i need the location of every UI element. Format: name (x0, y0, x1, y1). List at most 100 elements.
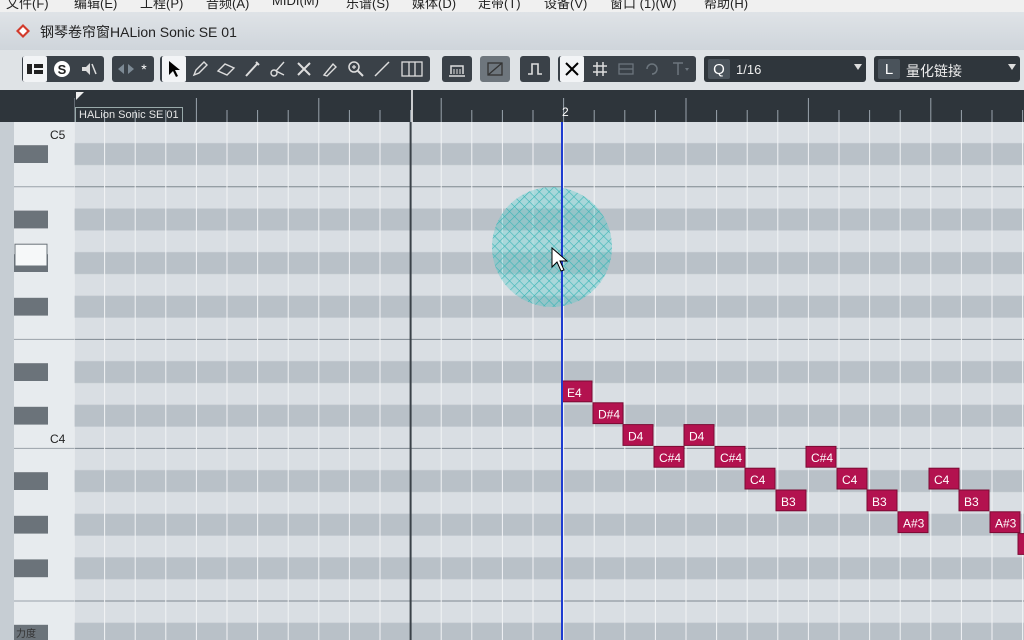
note-grid[interactable]: E4 D#4 D4 D4 C#4 C#4 C#4 C4 C4 C4 B3 B3 B3 A#3 A#3 (74, 122, 1024, 640)
menu-devices[interactable]: 设备(V) (544, 0, 587, 12)
menu-window[interactable]: 窗口 (1)(W) (610, 0, 676, 12)
black-key (14, 210, 48, 229)
quantize-value: 1/16 (736, 62, 762, 77)
midi-note-block-partial (1017, 533, 1024, 555)
midi-note[interactable]: D4 (622, 424, 654, 446)
ruler-ticks (74, 90, 1024, 122)
menu-file[interactable]: 文件(F) (6, 0, 49, 12)
midi-note-label: D4 (689, 429, 705, 443)
black-key (14, 406, 48, 425)
tools-group (160, 56, 430, 82)
acoustic-feedback-icon[interactable] (76, 56, 100, 82)
step-input-group (520, 56, 550, 82)
pitch-lane (74, 622, 1024, 640)
midi-note[interactable]: A#3 (989, 511, 1021, 534)
length-quantize-selector[interactable]: L 量化链接 (874, 56, 1020, 82)
midi-note[interactable]: D4 (683, 424, 715, 446)
erase-tool-icon[interactable] (214, 56, 238, 82)
midi-note-label: C#4 (720, 451, 742, 465)
menu-midi[interactable]: MIDI(M) (272, 0, 319, 8)
glue-tool-icon[interactable] (318, 56, 342, 82)
grid-snap-icon[interactable] (588, 56, 612, 82)
cubase-logo-icon (16, 24, 30, 38)
ruler-corner (0, 90, 74, 122)
midi-note[interactable]: A#3 (897, 511, 929, 534)
autoscroll-options-icon[interactable]: * (136, 56, 152, 82)
menu-help[interactable]: 帮助(H) (704, 0, 748, 12)
pitch-lane (74, 535, 1024, 558)
inspector-toggle-icon[interactable] (23, 56, 47, 82)
midi-note[interactable]: B3 (775, 489, 807, 512)
black-key (14, 515, 48, 534)
line-tool-icon[interactable] (370, 56, 394, 82)
menu-project[interactable]: 工程(P) (140, 0, 183, 12)
length-quantize-dropdown-icon (1008, 64, 1016, 70)
pitch-lane (74, 339, 1024, 362)
pitch-lane (74, 601, 1024, 623)
midi-note[interactable]: E4 (561, 380, 593, 403)
pitch-lane (74, 579, 1024, 601)
midi-note[interactable]: C4 (836, 467, 868, 490)
black-key (14, 472, 48, 490)
split-tool-icon[interactable] (266, 56, 290, 82)
pitch-lane (74, 165, 1024, 187)
octave-label-c5: C5 (50, 128, 66, 142)
autoscroll-icon[interactable] (114, 56, 138, 82)
piano-keyboard[interactable] (14, 122, 75, 640)
midi-note[interactable]: B3 (866, 489, 898, 512)
menu-score[interactable]: 乐谱(S) (346, 0, 389, 12)
quantize-dropdown-icon (854, 64, 862, 70)
length-quantize-label: L (878, 59, 900, 79)
quantize-selector[interactable]: Q 1/16 (704, 56, 866, 82)
menu-audio[interactable]: 音频(A) (206, 0, 249, 12)
midi-note-label: D#4 (598, 408, 620, 422)
midi-note-label: C#4 (811, 451, 833, 465)
hide-note-icon[interactable] (483, 56, 507, 82)
midi-note-label: B3 (781, 495, 796, 509)
midi-note[interactable]: C#4 (653, 445, 685, 468)
pitch-lane (74, 404, 1024, 427)
midi-note[interactable]: C#4 (714, 445, 746, 468)
quantize-label: Q (708, 59, 730, 79)
midi-note[interactable]: C#4 (805, 445, 837, 468)
midi-note[interactable]: C4 (928, 467, 960, 490)
midi-note[interactable]: D#4 (592, 402, 624, 425)
pitch-lane (74, 361, 1024, 383)
black-key (14, 145, 48, 163)
pitch-lane (74, 470, 1024, 492)
snap-mode-icon[interactable] (614, 56, 638, 82)
note-grid-canvas: E4 D#4 D4 D4 C#4 C#4 C#4 C4 C4 C4 B3 B3 B3 A#3 A#3 (74, 122, 1024, 640)
menu-edit[interactable]: 编辑(E) (74, 0, 117, 12)
menu-bar: 文件(F) 编辑(E) 工程(P) 音频(A) MIDI(M) 乐谱(S) 媒体… (0, 0, 1024, 12)
midi-note[interactable]: B3 (958, 489, 990, 512)
pitch-lane (74, 143, 1024, 165)
black-key (14, 559, 48, 578)
editor-left-strip (0, 122, 14, 640)
snap-loop-icon[interactable] (640, 56, 664, 82)
pitch-lane (74, 513, 1024, 536)
menu-transport[interactable]: 走带(T) (478, 0, 521, 12)
midi-note-label: C4 (750, 473, 766, 487)
time-warp-tool-icon[interactable] (398, 56, 426, 82)
cursor-highlight-circle (492, 187, 612, 307)
solo-editor-icon[interactable]: S (50, 56, 74, 82)
trim-tool-icon[interactable] (240, 56, 264, 82)
step-input-icon[interactable] (523, 56, 547, 82)
menu-media[interactable]: 媒体(D) (412, 0, 456, 12)
mute-tool-icon[interactable] (292, 56, 316, 82)
snap-type-dropdown-icon[interactable] (666, 56, 694, 82)
zoom-tool-icon[interactable] (344, 56, 368, 82)
midi-note-label: A#3 (995, 517, 1017, 531)
pitch-lane (74, 426, 1024, 449)
object-selection-tool-icon[interactable] (162, 56, 186, 82)
timeline-ruler[interactable] (74, 90, 1024, 122)
window-title: 钢琴卷帘窗HALion Sonic SE 01 (40, 24, 237, 40)
midi-note[interactable]: C4 (744, 467, 776, 490)
independent-loop-icon[interactable] (445, 56, 469, 82)
pitch-lane (74, 122, 1024, 144)
track-loop-group (442, 56, 472, 82)
pitch-lane (74, 317, 1024, 340)
snap-toggle-icon[interactable] (560, 56, 584, 82)
octave-label-c4: C4 (50, 432, 66, 446)
draw-tool-icon[interactable] (188, 56, 212, 82)
